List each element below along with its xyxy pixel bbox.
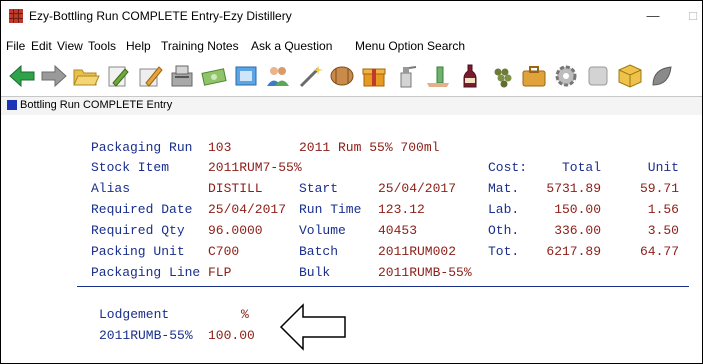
section-divider bbox=[77, 286, 689, 287]
cost-row-label: Tot. bbox=[488, 244, 520, 259]
stock-item-value[interactable]: 2011RUM7-55% bbox=[208, 160, 302, 175]
cost-row-label: Lab. bbox=[488, 202, 520, 217]
panel-title: Bottling Run COMPLETE Entry bbox=[20, 99, 173, 111]
panel-icon bbox=[7, 100, 17, 110]
run-time-label: Run Time bbox=[299, 202, 362, 217]
app-window: Ezy-Bottling Run COMPLETE Entry-Ezy Dist… bbox=[0, 0, 703, 364]
cost-row-unit: 59.71 bbox=[639, 181, 679, 196]
barrel-icon[interactable] bbox=[325, 59, 359, 93]
window-title: Ezy-Bottling Run COMPLETE Entry-Ezy Dist… bbox=[29, 9, 292, 23]
packaging-line-label: Packaging Line bbox=[91, 265, 201, 280]
spray-bottle-icon[interactable] bbox=[389, 59, 423, 93]
gift-box-icon[interactable] bbox=[357, 59, 391, 93]
lodgement-header: Lodgement bbox=[99, 307, 170, 322]
wine-bottle-icon[interactable] bbox=[453, 59, 487, 93]
volume-label: Volume bbox=[299, 223, 346, 238]
alias-value[interactable]: DISTILL bbox=[208, 181, 263, 196]
pencil-edit-icon[interactable] bbox=[133, 59, 167, 93]
gear-icon[interactable] bbox=[549, 59, 583, 93]
hand-bottle-icon[interactable] bbox=[421, 59, 455, 93]
menu-view[interactable]: View bbox=[57, 39, 83, 53]
back-arrow-icon[interactable] bbox=[5, 59, 39, 93]
required-qty-value[interactable]: 96.0000 bbox=[208, 223, 263, 238]
panel-header: Bottling Run COMPLETE Entry bbox=[1, 96, 702, 116]
cost-row-label: Mat. bbox=[488, 181, 520, 196]
cost-row-label: Oth. bbox=[488, 223, 520, 238]
menu-option-search[interactable]: Menu Option Search bbox=[355, 39, 465, 53]
start-value[interactable]: 25/04/2017 bbox=[378, 181, 456, 196]
menu-tools[interactable]: Tools bbox=[88, 39, 116, 53]
cost-row-total: 150.00 bbox=[554, 202, 601, 217]
menu-ask-question[interactable]: Ask a Question bbox=[251, 39, 332, 53]
lodgement-item[interactable]: 2011RUMB-55% bbox=[99, 328, 193, 343]
cash-register-icon[interactable] bbox=[165, 59, 199, 93]
start-label: Start bbox=[299, 181, 339, 196]
forward-arrow-icon[interactable] bbox=[37, 59, 71, 93]
packaging-run-description: 2011 Rum 55% 700ml bbox=[299, 140, 440, 155]
bulk-label: Bulk bbox=[299, 265, 331, 280]
packaging-run-value[interactable]: 103 bbox=[208, 140, 231, 155]
folder-open-icon[interactable] bbox=[69, 59, 103, 93]
required-date-label: Required Date bbox=[91, 202, 193, 217]
bulk-value[interactable]: 2011RUMB-55% bbox=[378, 265, 472, 280]
required-qty-label: Required Qty bbox=[91, 223, 185, 238]
cube-icon[interactable] bbox=[613, 59, 647, 93]
box-window-icon[interactable] bbox=[229, 59, 263, 93]
maximize-button[interactable]: □ bbox=[678, 5, 702, 27]
grapes-icon[interactable] bbox=[485, 59, 519, 93]
document-edit-icon[interactable] bbox=[101, 59, 135, 93]
packing-unit-label: Packing Unit bbox=[91, 244, 185, 259]
volume-value[interactable]: 40453 bbox=[378, 223, 417, 238]
alias-label: Alias bbox=[91, 181, 131, 196]
cost-row-unit: 1.56 bbox=[647, 202, 679, 217]
packing-unit-value[interactable]: C700 bbox=[208, 244, 239, 259]
menu-edit[interactable]: Edit bbox=[31, 39, 52, 53]
lodgement-pct-value[interactable]: 100.00 bbox=[208, 328, 255, 343]
magic-wand-icon[interactable] bbox=[293, 59, 327, 93]
cost-row-unit: 64.77 bbox=[639, 244, 679, 259]
cost-row-unit: 3.50 bbox=[647, 223, 679, 238]
form-area: Packaging Run 103 2011 Rum 55% 700ml Sto… bbox=[1, 115, 702, 363]
app-logo-icon bbox=[9, 9, 23, 23]
cost-row-total: 5731.89 bbox=[546, 181, 601, 196]
cost-row-total: 336.00 bbox=[554, 223, 601, 238]
run-time-value[interactable]: 123.12 bbox=[378, 202, 425, 217]
packaging-run-label: Packaging Run bbox=[91, 140, 193, 155]
minimize-button[interactable]: — bbox=[638, 5, 668, 27]
batch-label: Batch bbox=[299, 244, 339, 259]
cash-bills-icon[interactable] bbox=[197, 59, 231, 93]
stock-item-label: Stock Item bbox=[91, 160, 170, 175]
people-icon[interactable] bbox=[261, 59, 295, 93]
title-bar: Ezy-Bottling Run COMPLETE Entry-Ezy Dist… bbox=[1, 1, 702, 31]
toolbar bbox=[1, 56, 702, 96]
lodgement-pct-header: % bbox=[241, 307, 249, 322]
menu-help[interactable]: Help bbox=[126, 39, 151, 53]
briefcase-icon[interactable] bbox=[517, 59, 551, 93]
cost-total-header: Total bbox=[561, 160, 601, 175]
left-arrow-callout-icon bbox=[279, 303, 346, 351]
menu-bar: File Edit View Tools Help Training Notes… bbox=[1, 37, 702, 55]
menu-file[interactable]: File bbox=[6, 39, 25, 53]
batch-value[interactable]: 2011RUM002 bbox=[378, 244, 456, 259]
cost-row-total: 6217.89 bbox=[546, 244, 601, 259]
gray-panel-icon[interactable] bbox=[581, 59, 615, 93]
required-date-value[interactable]: 25/04/2017 bbox=[208, 202, 286, 217]
leaf-icon[interactable] bbox=[645, 59, 679, 93]
packaging-line-value[interactable]: FLP bbox=[208, 265, 231, 280]
cost-header: Cost: bbox=[488, 160, 528, 175]
menu-training-notes[interactable]: Training Notes bbox=[161, 39, 239, 53]
cost-unit-header: Unit bbox=[647, 160, 679, 175]
